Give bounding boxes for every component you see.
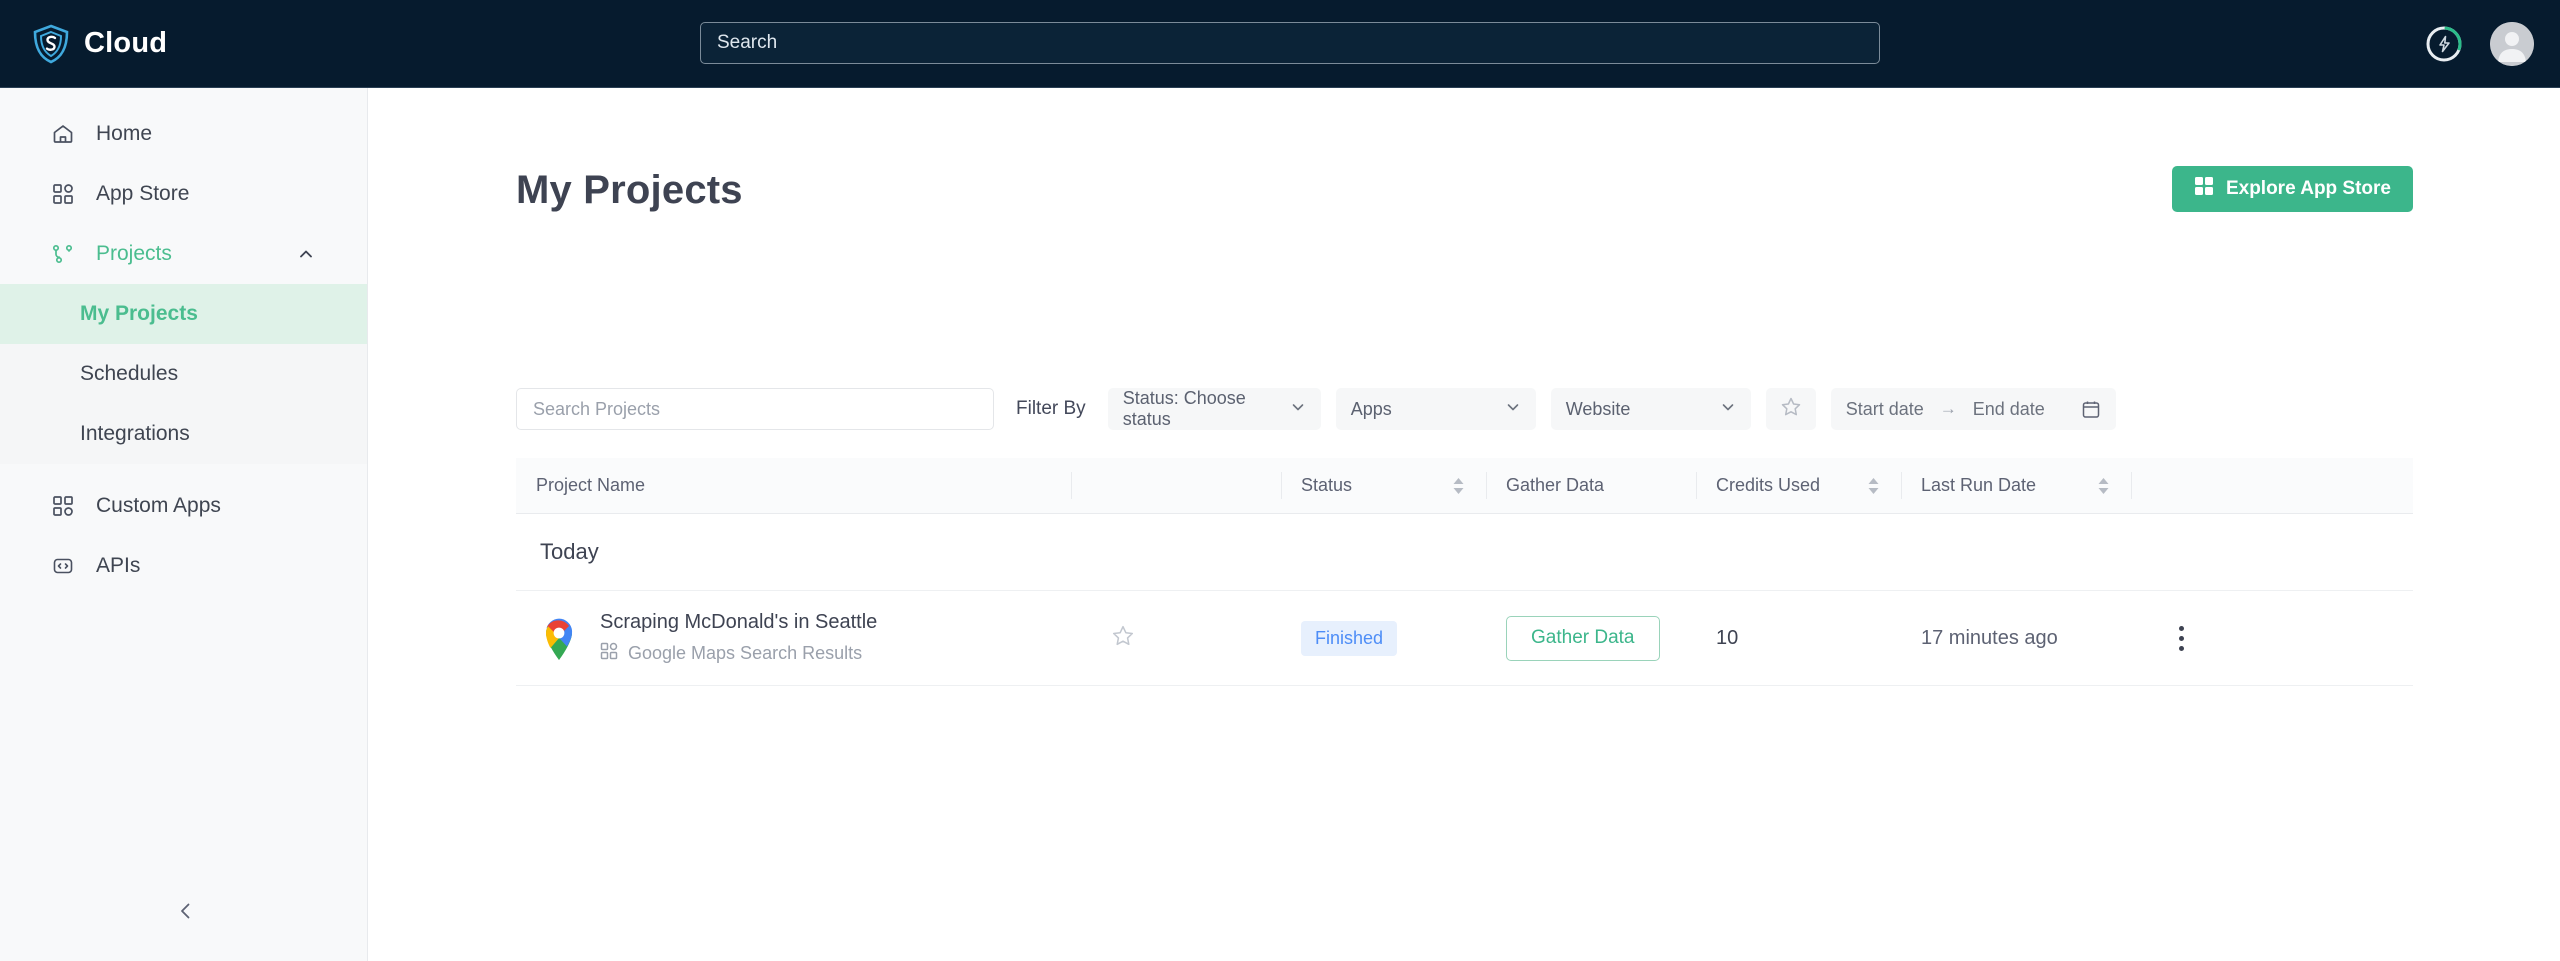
sidebar-item-projects[interactable]: Projects [0,224,367,284]
shield-s-logo-icon [32,24,70,64]
sidebar-item-label: APIs [96,554,141,577]
star-outline-icon[interactable] [1111,624,1135,653]
explore-app-store-label: Explore App Store [2225,178,2391,199]
kebab-menu-icon[interactable] [2173,620,2190,657]
sidebar-item-apis[interactable]: APIs [0,536,367,596]
user-avatar[interactable] [2490,22,2534,66]
sidebar-subitem-label: My Projects [80,302,198,325]
end-date-field[interactable]: End date [1973,399,2045,420]
project-source-label: Google Maps Search Results [628,643,863,663]
row-group-label: Today [540,539,599,564]
column-header-actions [2131,458,2211,513]
status-badge: Finished [1301,620,1398,656]
sidebar: Home App Store Projects My Projects Sche… [0,88,368,961]
sidebar-item-custom-apps[interactable]: Custom Apps [0,476,367,536]
cell-actions[interactable] [2131,591,2211,685]
last-run-date-value: 17 minutes ago [1921,626,2058,649]
home-icon [50,121,76,147]
search-projects-input[interactable] [516,388,994,430]
calendar-icon[interactable] [2081,399,2101,419]
credits-used-value: 10 [1716,626,1739,649]
project-name-block: Scraping McDonald's in Seattle Google Ma… [600,611,877,665]
sidebar-item-my-projects[interactable]: My Projects [0,284,367,344]
favorites-filter-button[interactable] [1765,388,1816,430]
cell-credits-used: 10 [1696,591,1901,685]
start-date-field[interactable]: Start date [1846,399,1924,420]
column-header-favorite [1071,458,1281,513]
column-header-project-name: Project Name [516,458,1071,513]
apps-filter-label: Apps [1350,398,1392,419]
sidebar-item-home[interactable]: Home [0,104,367,164]
cell-project-name[interactable]: Scraping McDonald's in Seattle Google Ma… [516,591,1071,685]
global-search-input[interactable] [700,22,1880,64]
column-label: Gather Data [1506,475,1605,495]
column-label: Project Name [536,475,646,495]
project-source-block: Google Maps Search Results [600,642,877,665]
date-range-picker[interactable]: Start date → End date [1830,388,2116,430]
chevron-down-icon [1505,399,1521,420]
grid-apps-icon [50,181,76,207]
column-header-gather-data: Gather Data [1486,458,1696,513]
main-content: My Projects Explore App Store Filter By … [368,88,2560,961]
code-brackets-icon [50,553,76,579]
sidebar-item-app-store[interactable]: App Store [0,164,367,224]
filter-bar: Filter By Status: Choose status Apps Web… [516,388,2116,430]
project-name-label: Scraping McDonald's in Seattle [600,611,878,633]
sidebar-subnav-projects: My Projects Schedules Integrations [0,284,367,464]
sidebar-subitem-label: Schedules [80,362,179,385]
table-header-row: Project Name Status Gather Data Credits … [516,458,2413,514]
custom-apps-grid-icon [50,493,76,519]
top-navigation-bar: Cloud [0,0,2560,88]
user-avatar-icon [2490,22,2534,66]
column-header-credits-used[interactable]: Credits Used [1696,458,1901,513]
chevron-left-icon [175,900,197,927]
grid-apps-icon [2194,176,2214,202]
credits-indicator[interactable] [2424,24,2464,64]
date-range-separator: → [1939,399,1957,418]
filter-by-label: Filter By [1016,398,1086,419]
sidebar-subitem-label: Integrations [80,422,190,445]
sort-toggle-last-run[interactable] [2098,477,2109,494]
column-label: Credits Used [1716,475,1821,495]
sort-toggle-credits[interactable] [1868,477,1879,494]
chevron-up-icon[interactable] [297,245,315,263]
brand-name-label: Cloud [84,27,168,59]
status-filter-dropdown[interactable]: Status: Choose status [1107,388,1321,430]
sidebar-collapse-button[interactable] [168,895,204,931]
sidebar-item-label: Home [96,122,153,145]
cell-gather-data: Gather Data [1486,591,1696,685]
sidebar-item-label: Custom Apps [96,494,221,517]
sidebar-top-spacer [0,88,367,104]
status-filter-label: Status: Choose status [1122,388,1246,429]
chevron-down-icon [1290,399,1306,420]
website-filter-dropdown[interactable]: Website [1550,388,1751,430]
project-branch-icon [50,241,76,267]
cell-favorite[interactable] [1071,591,1281,685]
projects-table: Project Name Status Gather Data Credits … [516,458,2413,686]
column-label: Status [1301,475,1353,495]
sidebar-item-label: App Store [96,182,190,205]
explore-app-store-button[interactable]: Explore App Store [2171,166,2413,212]
cell-last-run-date: 17 minutes ago [1901,591,2131,685]
column-header-status[interactable]: Status [1281,458,1486,513]
sidebar-item-label: Projects [96,242,172,265]
grid-apps-icon [600,642,618,665]
star-outline-icon [1780,396,1802,423]
brand-logo-area[interactable]: Cloud [32,24,167,64]
cell-status: Finished [1281,591,1486,685]
website-filter-label: Website [1565,398,1631,419]
sort-toggle-status[interactable] [1453,477,1464,494]
sidebar-item-integrations[interactable]: Integrations [0,404,367,464]
column-header-last-run-date[interactable]: Last Run Date [1901,458,2131,513]
sidebar-item-schedules[interactable]: Schedules [0,344,367,404]
table-row[interactable]: Scraping McDonald's in Seattle Google Ma… [516,590,2413,686]
apps-filter-dropdown[interactable]: Apps [1335,388,1536,430]
column-label: Last Run Date [1921,475,2037,495]
google-maps-pin-icon [536,615,582,661]
gather-data-button[interactable]: Gather Data [1506,615,1660,661]
chevron-down-icon [1720,399,1736,420]
